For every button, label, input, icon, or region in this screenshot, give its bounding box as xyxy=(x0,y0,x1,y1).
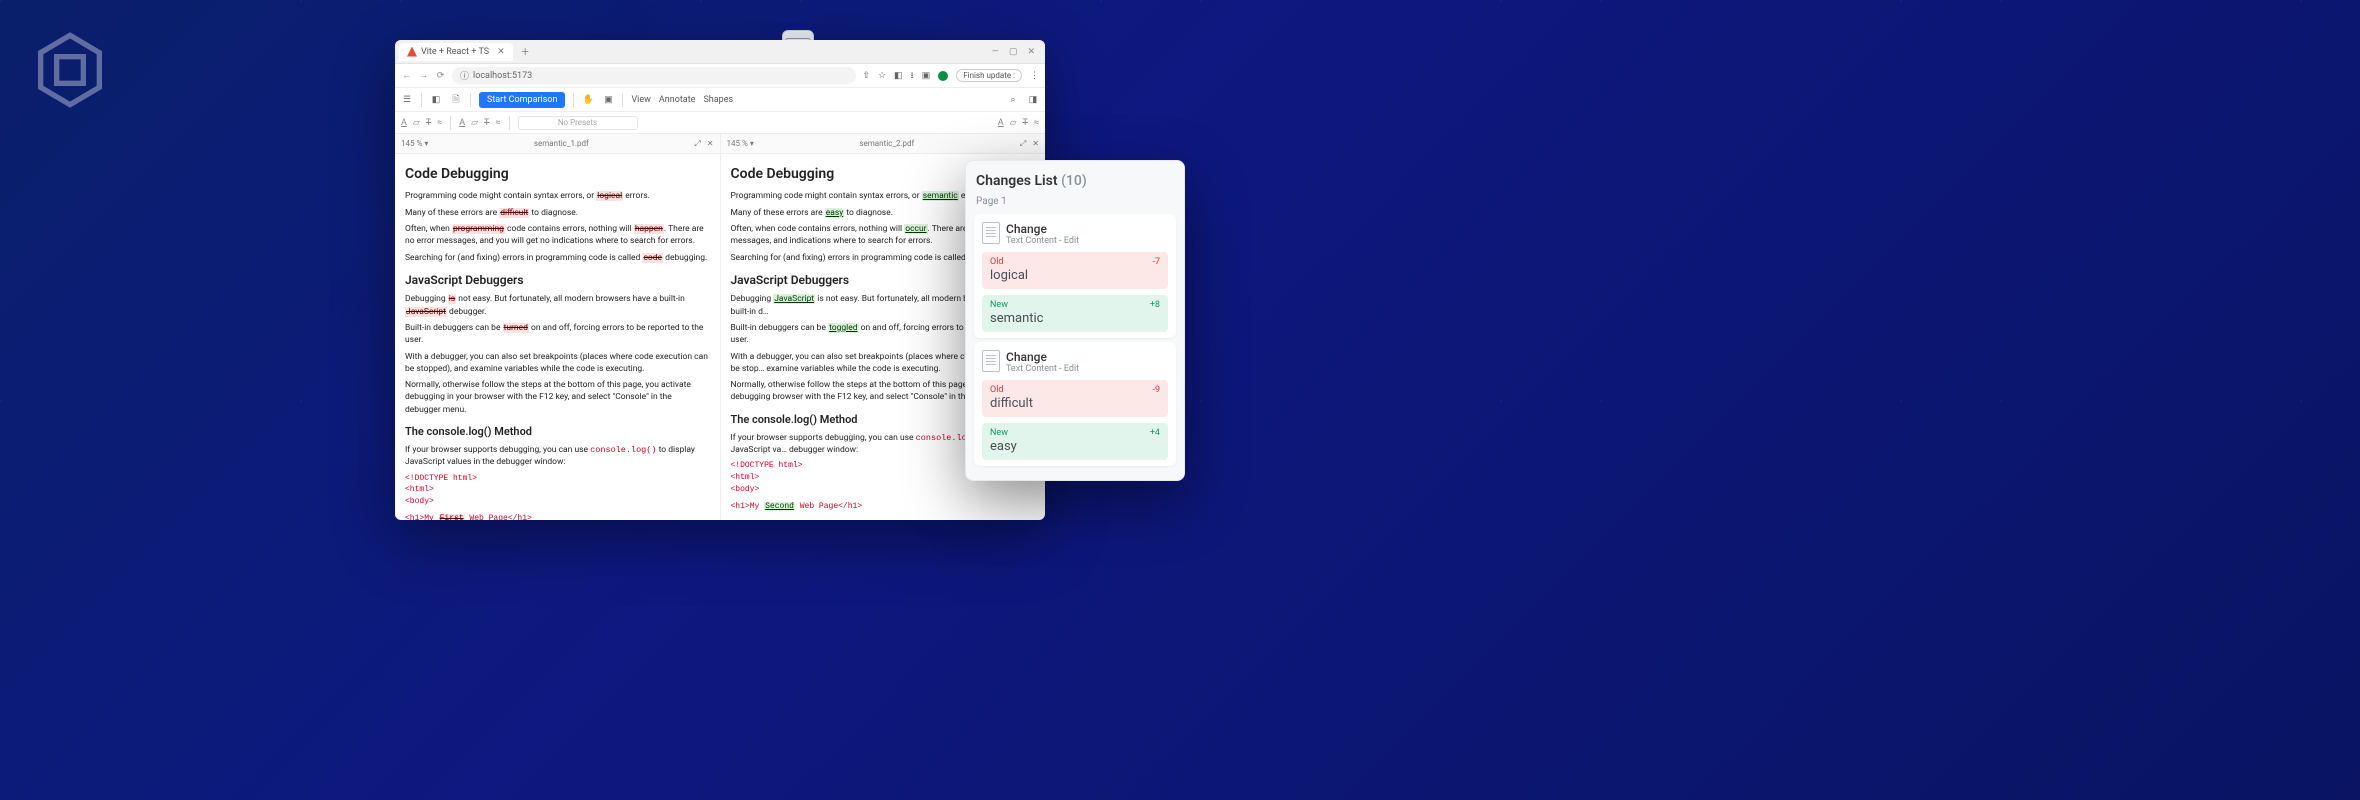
left-pane: 145 % ▾ semantic_1.pdf ⤢ ✕ Code Debugging… xyxy=(395,134,721,520)
extension2-icon[interactable]: ▣ xyxy=(922,71,931,81)
filename-left: semantic_1.pdf xyxy=(534,139,589,148)
view-menu[interactable]: View xyxy=(631,95,650,105)
document-icon xyxy=(982,222,1000,244)
zoom-caret-icon[interactable]: ▾ xyxy=(424,139,428,148)
expand-icon[interactable]: ⤢ xyxy=(1020,139,1026,149)
menu-icon[interactable]: ☰ xyxy=(401,94,413,106)
strike-icon[interactable]: T xyxy=(426,118,431,128)
diff-new-block: New+8 semantic xyxy=(982,295,1168,332)
presets-dropdown[interactable]: No Presets xyxy=(518,116,638,130)
app-main-toolbar: ☰ ◧ 🗎 Start Comparison ✋ ▣ View Annotate… xyxy=(395,88,1045,112)
start-comparison-button[interactable]: Start Comparison xyxy=(479,92,565,108)
browser-addressbar: ← → ⟳ ⓘ localhost:5173 ⇧ ☆ ◧ ⭳ ▣ Finish … xyxy=(395,64,1045,88)
shapes-menu[interactable]: Shapes xyxy=(703,95,733,105)
reload-icon[interactable]: ⟳ xyxy=(435,71,446,81)
share-icon[interactable]: ⇧ xyxy=(862,71,870,81)
panel-right-icon[interactable]: ◨ xyxy=(1027,94,1039,106)
vite-favicon-icon xyxy=(407,47,417,57)
filename-right: semantic_2.pdf xyxy=(859,139,914,148)
changes-page-label: Page 1 xyxy=(966,193,1184,210)
diff-deleted-word: logical xyxy=(596,191,623,201)
changes-list-panel: Changes List (10) Page 1 Change Text Con… xyxy=(965,160,1185,481)
browser-tab[interactable]: Vite + React + TS ✕ xyxy=(399,43,513,61)
extension-icon[interactable]: ◧ xyxy=(894,71,903,81)
back-icon[interactable]: ← xyxy=(401,70,412,81)
changes-list-title: Changes List xyxy=(976,173,1058,189)
heading-js-debuggers: JavaScript Debuggers xyxy=(405,272,710,289)
zoom-level-right: 145 % xyxy=(727,139,748,148)
strike2-icon[interactable]: T xyxy=(484,118,489,128)
change-item[interactable]: Change Text Content - Edit Old-9 difficu… xyxy=(974,342,1176,466)
strike3-icon[interactable]: T xyxy=(1023,118,1028,128)
squiggly-icon[interactable]: ≈ xyxy=(437,118,442,128)
change-title: Change xyxy=(1006,222,1079,236)
change-item[interactable]: Change Text Content - Edit Old-7 logical… xyxy=(974,214,1176,338)
pan-icon[interactable]: ✋ xyxy=(582,94,594,106)
window-minimize-icon[interactable]: — xyxy=(992,47,999,57)
highlight3-icon[interactable]: ▱ xyxy=(1010,118,1017,128)
format-toolbar: A ▱ T ≈ A ▱ T ≈ No Presets A ▱ T ≈ xyxy=(395,112,1045,134)
brand-logo-icon xyxy=(30,30,110,110)
underline2-icon[interactable]: A xyxy=(459,118,465,128)
close-tab-icon[interactable]: ✕ xyxy=(497,47,505,57)
crop-icon[interactable]: ▣ xyxy=(602,94,614,106)
document-icon xyxy=(982,350,1000,372)
underline3-icon[interactable]: A xyxy=(998,118,1004,128)
app-window: Vite + React + TS ✕ ＋ — ▢ ✕ ← → ⟳ ⓘ loca… xyxy=(395,40,1045,520)
url-input[interactable]: ⓘ localhost:5173 xyxy=(452,67,856,84)
close-pane-icon[interactable]: ✕ xyxy=(707,139,714,149)
new-tab-button[interactable]: ＋ xyxy=(517,45,534,58)
squiggly3-icon[interactable]: ≈ xyxy=(1034,118,1039,128)
squiggly2-icon[interactable]: ≈ xyxy=(495,118,500,128)
window-close-icon[interactable]: ✕ xyxy=(1027,47,1035,57)
document-icon[interactable]: 🗎 xyxy=(450,94,462,106)
heading-code-debugging: Code Debugging xyxy=(405,164,710,184)
update-pill[interactable]: Finish update : xyxy=(956,69,1022,82)
profile-avatar-icon[interactable] xyxy=(938,71,948,81)
underline-icon[interactable]: A xyxy=(401,118,407,128)
url-text: localhost:5173 xyxy=(473,71,532,81)
expand-icon[interactable]: ⤢ xyxy=(694,139,700,149)
changes-count: (10) xyxy=(1061,173,1087,189)
document-left: Code Debugging Programming code might co… xyxy=(395,154,720,520)
window-maximize-icon[interactable]: ▢ xyxy=(1009,47,1018,57)
download-icon[interactable]: ⭳ xyxy=(911,68,914,84)
close-pane-icon[interactable]: ✕ xyxy=(1032,139,1039,149)
change-subtitle: Text Content - Edit xyxy=(1006,236,1079,246)
tab-title: Vite + React + TS xyxy=(421,47,489,57)
diff-inserted-word: semantic xyxy=(922,191,959,201)
diff-old-block: Old-7 logical xyxy=(982,252,1168,289)
panel-left-icon[interactable]: ◧ xyxy=(430,94,442,106)
info-icon: ⓘ xyxy=(460,69,469,82)
highlight-icon[interactable]: ▱ xyxy=(413,118,420,128)
zoom-caret-icon[interactable]: ▾ xyxy=(750,139,754,148)
heading-console-log: The console.log() Method xyxy=(405,424,710,440)
kebab-icon[interactable]: ⋮ xyxy=(1030,71,1039,81)
star-icon[interactable]: ☆ xyxy=(878,71,886,81)
forward-icon[interactable]: → xyxy=(418,70,429,81)
highlight2-icon[interactable]: ▱ xyxy=(471,118,478,128)
search-icon[interactable]: ⌕ xyxy=(1007,94,1019,106)
annotate-menu[interactable]: Annotate xyxy=(659,95,696,105)
browser-titlebar: Vite + React + TS ✕ ＋ — ▢ ✕ xyxy=(395,40,1045,64)
zoom-level-left: 145 % xyxy=(401,139,422,148)
